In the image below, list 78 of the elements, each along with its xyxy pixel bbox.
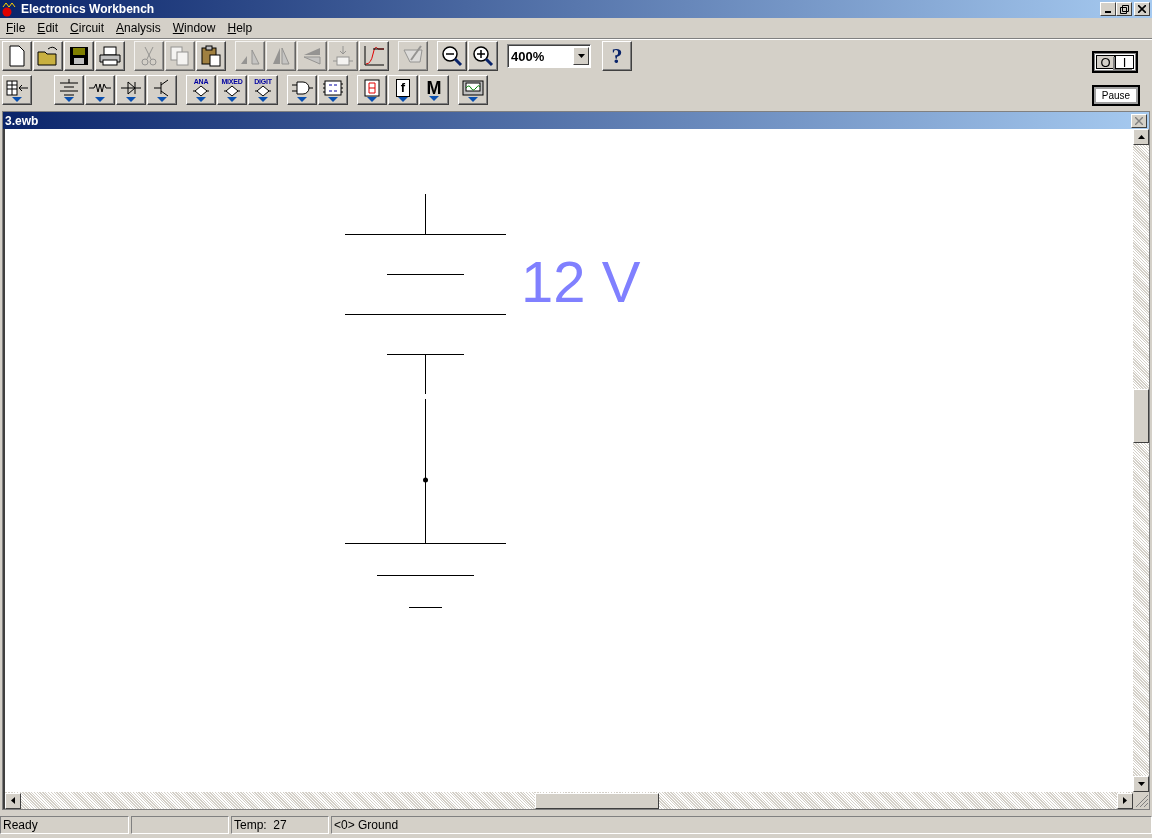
up-arrow-icon — [1137, 135, 1145, 139]
grid-arrow-icon — [5, 78, 29, 97]
graph-button[interactable] — [359, 41, 389, 71]
app-logo-icon — [2, 1, 18, 17]
window-title: Electronics Workbench — [21, 2, 156, 16]
temperature-readout: Temp: 27 — [231, 816, 329, 834]
zoom-out-icon — [440, 44, 464, 68]
menu-item[interactable]: Analysis — [110, 21, 167, 35]
close-icon — [1135, 116, 1143, 125]
chip-icon — [331, 44, 355, 68]
controls-bin-button[interactable]: f — [388, 75, 418, 105]
menu-item[interactable]: Edit — [31, 21, 65, 35]
document-title: 3.ewb — [5, 113, 40, 128]
diode-icon — [119, 78, 143, 97]
caret-icon — [577, 54, 585, 58]
chip-icon — [191, 85, 211, 97]
zoom-in-button[interactable] — [468, 41, 498, 71]
help-button[interactable]: ? — [602, 41, 632, 71]
caret-icon — [429, 95, 439, 101]
save-button[interactable] — [64, 41, 94, 71]
left-arrow-icon — [11, 797, 15, 804]
paste-button[interactable] — [196, 41, 226, 71]
dropdown-arrow-button[interactable] — [573, 47, 589, 65]
oscilloscope-icon — [461, 78, 485, 97]
menu-item[interactable]: Circuit — [64, 21, 111, 35]
scroll-thumb[interactable] — [535, 792, 659, 809]
chip-icon — [222, 85, 242, 97]
printer-icon — [98, 44, 122, 68]
new-button[interactable] — [2, 41, 32, 71]
instruments-bin-button[interactable] — [458, 75, 488, 105]
status-message: Ready — [0, 816, 129, 834]
close-button[interactable] — [1134, 2, 1150, 16]
right-arrow-icon — [1123, 797, 1127, 804]
transistors-bin-button[interactable] — [147, 75, 177, 105]
graph-icon — [362, 44, 386, 68]
zoom-in-icon — [471, 44, 495, 68]
open-button[interactable] — [33, 41, 63, 71]
menu-item[interactable]: Help — [221, 21, 259, 35]
print-button[interactable] — [95, 41, 125, 71]
voltage-label: 12 V — [521, 253, 641, 311]
favorites-bin-button[interactable] — [2, 75, 32, 105]
copy-icon — [168, 44, 192, 68]
folder-icon — [36, 44, 60, 68]
clipboard-icon — [199, 44, 223, 68]
minimize-button[interactable] — [1100, 2, 1116, 16]
horizontal-scrollbar[interactable] — [5, 792, 1133, 809]
logic-gate-icon — [290, 78, 314, 97]
vertical-scrollbar[interactable] — [1133, 129, 1149, 792]
close-button[interactable] — [1131, 113, 1147, 128]
restore-icon — [1119, 4, 1129, 14]
diodes-bin-button[interactable] — [116, 75, 146, 105]
node-readout: <0> Ground — [331, 816, 1152, 834]
zoom-dropdown[interactable]: 400% — [507, 44, 591, 68]
caret-icon — [157, 96, 167, 102]
power-switch[interactable]: O I — [1092, 51, 1138, 73]
scroll-thumb[interactable] — [1133, 389, 1149, 443]
basic-bin-button[interactable] — [85, 75, 115, 105]
battery-icon — [57, 78, 81, 97]
caret-icon — [126, 96, 136, 102]
logic-gates-bin-button[interactable] — [287, 75, 317, 105]
sources-bin-button[interactable] — [54, 75, 84, 105]
caret-icon — [64, 96, 74, 102]
chip-icon — [253, 85, 273, 97]
caret-icon — [95, 96, 105, 102]
chip-icon — [321, 78, 345, 97]
caret-icon — [12, 96, 22, 102]
digital-bin-button[interactable] — [318, 75, 348, 105]
menu-item[interactable]: File — [0, 21, 32, 35]
zoom-out-button[interactable] — [437, 41, 467, 71]
indicators-bin-button[interactable] — [357, 75, 387, 105]
down-arrow-icon — [1137, 782, 1145, 786]
junction-dot — [423, 477, 428, 483]
close-icon — [1138, 5, 1146, 13]
menu-item[interactable]: Window — [166, 21, 222, 35]
caret-icon — [297, 96, 307, 102]
restore-button[interactable] — [1116, 2, 1132, 16]
miscellaneous-bin-button[interactable]: M — [419, 75, 449, 105]
pause-button[interactable]: Pause — [1092, 85, 1140, 106]
